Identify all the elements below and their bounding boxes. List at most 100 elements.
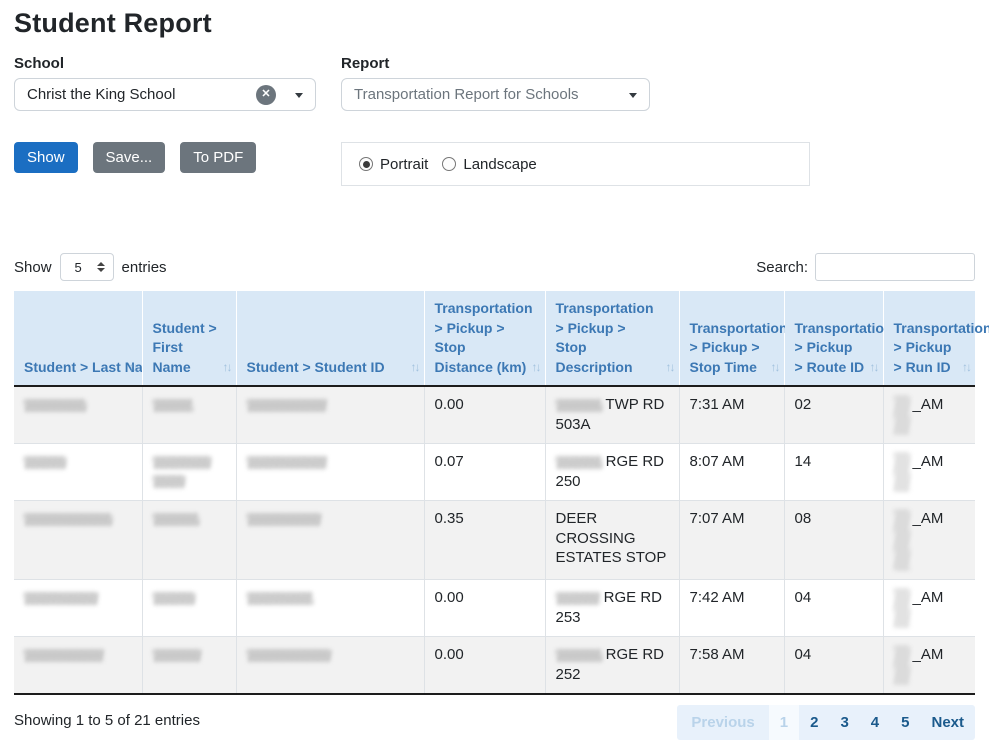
cell-last-name [14, 637, 142, 695]
column-header[interactable]: Transportation > Pickup > Stop Distance … [424, 291, 545, 386]
show-button[interactable]: Show [14, 142, 78, 173]
pagination-page-1[interactable]: 1 [769, 705, 799, 740]
table-row: 0.00 RGE RD 2527:58 AM04_AM [14, 637, 975, 695]
redacted-text [153, 456, 211, 469]
sort-icon[interactable]: ↑↓ [223, 359, 231, 376]
column-header-label: Transportation > Pickup > Run ID [894, 320, 989, 375]
cell-stop-description: RGE RD 250 [545, 444, 679, 501]
cell-stop-description: RGE RD 253 [545, 580, 679, 637]
redacted-text [247, 513, 321, 526]
report-selected-value: Transportation Report for Schools [354, 86, 619, 103]
sort-icon[interactable]: ↑↓ [666, 359, 674, 376]
cell-last-name [14, 580, 142, 637]
redacted-text [24, 649, 104, 662]
column-header[interactable]: Student > First Name ↑↓ [142, 291, 236, 386]
redacted-text [894, 645, 910, 685]
cell-stop-time: 7:07 AM [679, 501, 784, 580]
cell-stop-distance: 0.35 [424, 501, 545, 580]
student-report-page: Student Report School Christ the King Sc… [0, 0, 989, 740]
save-button[interactable]: Save... [93, 142, 166, 173]
redacted-text [24, 592, 98, 605]
cell-stop-distance: 0.07 [424, 444, 545, 501]
cell-stop-time: 7:31 AM [679, 386, 784, 444]
cell-stop-description: DEER CROSSING ESTATES STOP [545, 501, 679, 580]
entries-label: entries [122, 259, 167, 276]
to-pdf-button[interactable]: To PDF [180, 142, 256, 173]
search-label: Search: [756, 259, 808, 276]
column-header-label: Student > First Name [153, 320, 217, 375]
school-selected-value: Christ the King School [27, 86, 256, 103]
pagination-page-5[interactable]: 5 [890, 705, 920, 740]
column-header-label: Transportation > Pickup > Stop Descripti… [556, 300, 654, 375]
report-label: Report [341, 55, 650, 72]
column-header[interactable]: Transportation > Pickup > Route ID↑↓ [784, 291, 883, 386]
cell-route-id: 02 [784, 386, 883, 444]
cell-student-id [236, 637, 424, 695]
cell-last-name [14, 444, 142, 501]
pagination-page-4[interactable]: 4 [860, 705, 890, 740]
cell-last-name [14, 386, 142, 444]
sort-icon[interactable]: ↑↓ [411, 359, 419, 376]
report-select[interactable]: Transportation Report for Schools [341, 78, 650, 111]
pagination-page-2[interactable]: 2 [799, 705, 829, 740]
cell-run-id: _AM [883, 580, 975, 637]
column-header[interactable]: Transportation > Pickup > Run ID↑↓ [883, 291, 975, 386]
cell-run-id: _AM [883, 444, 975, 501]
column-header[interactable]: Transportation > Pickup > Stop Time↑↓ [679, 291, 784, 386]
school-label: School [14, 55, 316, 72]
cell-stop-time: 8:07 AM [679, 444, 784, 501]
cell-stop-description: RGE RD 252 [545, 637, 679, 695]
search-input[interactable] [815, 253, 975, 281]
radio-icon [442, 157, 456, 171]
clear-school-icon[interactable]: ✕ [256, 85, 276, 105]
school-filter: School Christ the King School ✕ [14, 55, 316, 111]
pagination-previous[interactable]: Previous [677, 705, 768, 740]
pagination: Previous12345Next [677, 705, 975, 740]
column-header[interactable]: Transportation > Pickup > Stop Descripti… [545, 291, 679, 386]
actions-row: Show Save... To PDF Portrait Landscape [14, 142, 975, 186]
redacted-text [153, 513, 199, 526]
entries-count-value: 5 [75, 260, 82, 275]
sort-icon[interactable]: ↑↓ [129, 359, 137, 376]
column-header[interactable]: Student > Last Name↑↓ [14, 291, 142, 386]
redacted-text [556, 456, 602, 469]
redacted-text [247, 456, 327, 469]
sort-icon[interactable]: ↑↓ [532, 359, 540, 376]
cell-stop-time: 7:42 AM [679, 580, 784, 637]
redacted-text [24, 456, 66, 469]
redacted-text [247, 399, 327, 412]
column-header[interactable]: Student > Student ID ↑↓ [236, 291, 424, 386]
stepper-icon [97, 262, 105, 272]
sort-icon[interactable]: ↑↓ [962, 359, 970, 376]
cell-run-id: _AM [883, 637, 975, 695]
redacted-text [894, 452, 910, 492]
redacted-text [247, 592, 313, 605]
portrait-radio[interactable]: Portrait [359, 156, 428, 173]
cell-stop-distance: 0.00 [424, 637, 545, 695]
chevron-down-icon [629, 93, 637, 98]
cell-route-id: 04 [784, 637, 883, 695]
search-control: Search: [756, 253, 975, 281]
column-header-label: Student > Student ID [247, 359, 385, 375]
sort-icon[interactable]: ↑↓ [771, 359, 779, 376]
redacted-text [153, 592, 195, 605]
cell-route-id: 04 [784, 580, 883, 637]
table-row: 0.00 RGE RD 2537:42 AM04_AM [14, 580, 975, 637]
chevron-down-icon[interactable] [295, 93, 303, 98]
cell-stop-description: TWP RD 503A [545, 386, 679, 444]
cell-route-id: 08 [784, 501, 883, 580]
landscape-radio[interactable]: Landscape [442, 156, 536, 173]
entries-count-select[interactable]: 5 [60, 253, 114, 281]
sort-icon[interactable]: ↑↓ [870, 359, 878, 376]
orientation-options: Portrait Landscape [341, 142, 810, 186]
student-report-table: Student > Last Name↑↓Student > First Nam… [14, 291, 975, 695]
redacted-text [153, 649, 201, 662]
cell-student-id [236, 580, 424, 637]
redacted-text [153, 399, 193, 412]
school-select[interactable]: Christ the King School ✕ [14, 78, 316, 111]
cell-first-name [142, 501, 236, 580]
pagination-page-3[interactable]: 3 [829, 705, 859, 740]
filters-row: School Christ the King School ✕ Report T… [14, 55, 975, 111]
redacted-text [894, 395, 910, 435]
pagination-next[interactable]: Next [920, 705, 975, 740]
